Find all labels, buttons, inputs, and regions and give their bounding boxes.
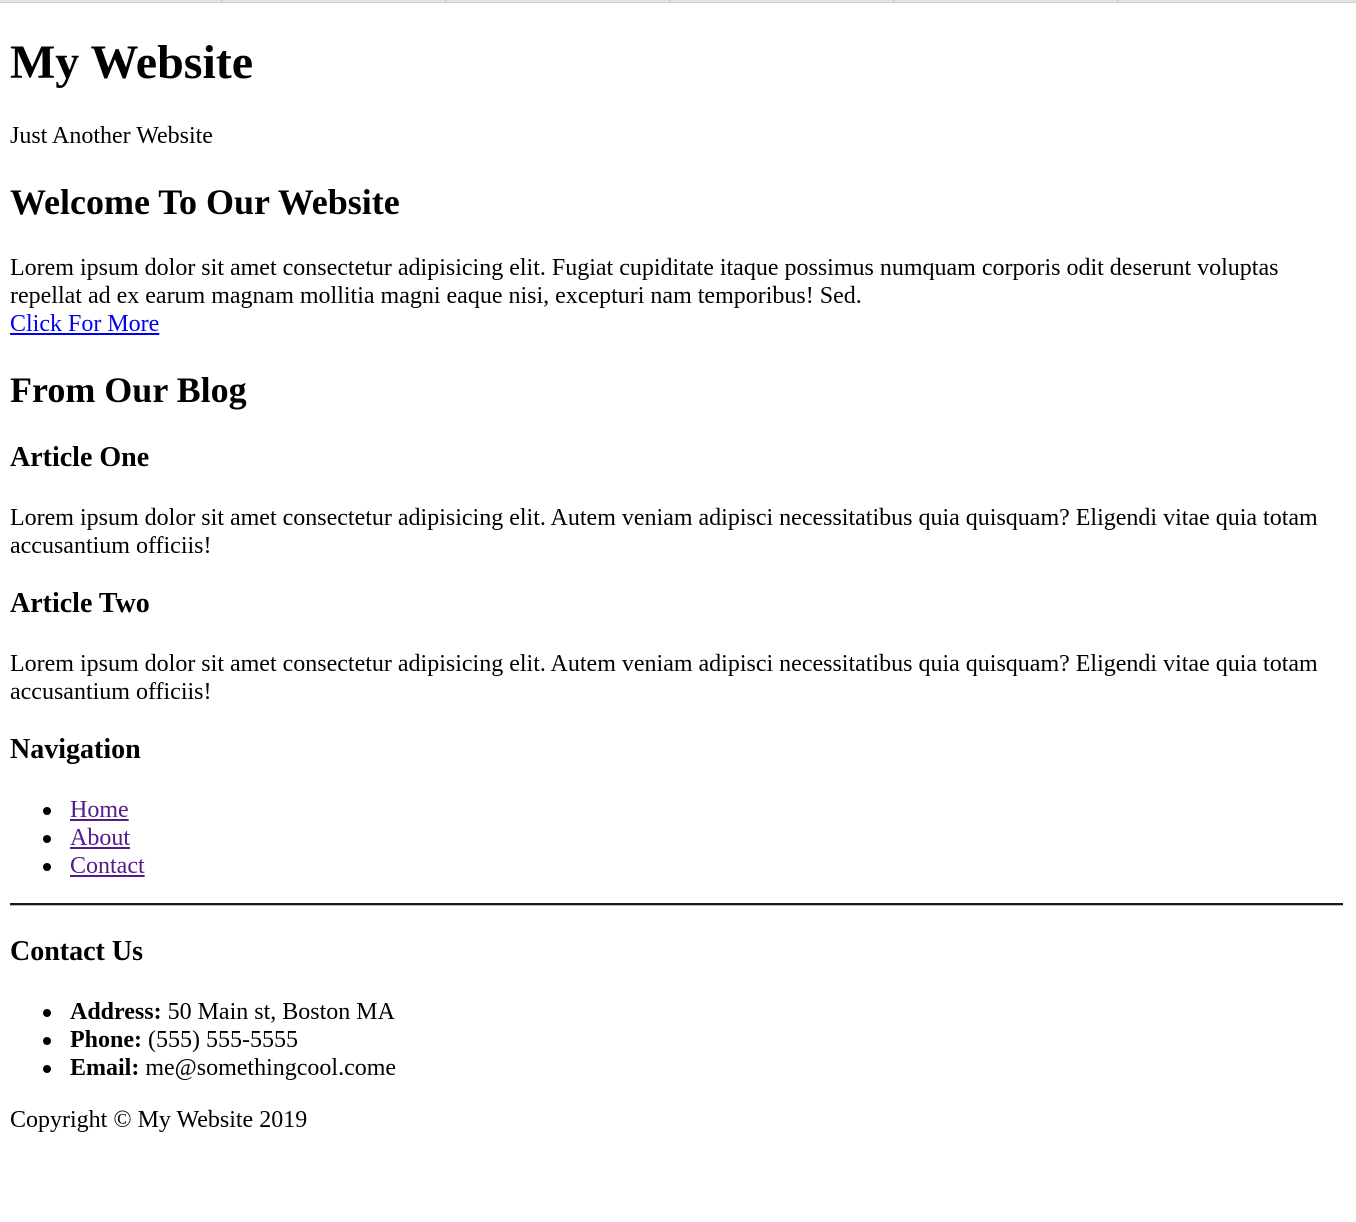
bullet-icon — [43, 1009, 51, 1017]
welcome-body-line-2: repellat ad ex earum magnam mollitia mag… — [10, 283, 862, 309]
welcome-body-line-1: Lorem ipsum dolor sit amet consectetur a… — [10, 255, 1279, 281]
bullet-icon — [43, 835, 51, 843]
contact-phone-value: (555) 555-5555 — [142, 1027, 298, 1053]
nav-item-contact: Contact — [43, 852, 145, 880]
article-two-body-line-1: Lorem ipsum dolor sit amet consectetur a… — [10, 651, 1318, 677]
contact-email-value: me@somethingcool.come — [139, 1055, 397, 1081]
tab-separator — [221, 0, 222, 3]
horizontal-rule — [10, 903, 1343, 906]
site-tagline: Just Another Website — [10, 123, 213, 149]
tab-separator — [893, 0, 894, 3]
contact-item-address: Address: 50 Main st, Boston MA — [43, 998, 396, 1026]
article-two-body: Lorem ipsum dolor sit amet consectetur a… — [10, 650, 1346, 706]
blog-heading: From Our Blog — [10, 370, 247, 410]
bullet-icon — [43, 863, 51, 871]
article-one-title: Article One — [10, 442, 150, 473]
nav-item-home: Home — [43, 796, 145, 824]
navigation-list: Home About Contact — [43, 796, 145, 880]
nav-link-home[interactable]: Home — [70, 797, 129, 823]
navigation-heading: Navigation — [10, 734, 141, 765]
site-title: My Website — [10, 36, 254, 89]
article-two-body-line-2: accusantium officiis! — [10, 679, 212, 705]
tab-separator — [445, 0, 446, 3]
contact-item-email: Email: me@somethingcool.come — [43, 1054, 397, 1082]
copyright-text: Copyright © My Website 2019 — [10, 1107, 308, 1133]
tab-separator — [669, 0, 670, 3]
welcome-paragraph: Lorem ipsum dolor sit amet consectetur a… — [10, 254, 1346, 338]
article-two-title: Article Two — [10, 588, 150, 619]
welcome-heading: Welcome To Our Website — [10, 182, 400, 222]
contact-address-label: Address: — [70, 999, 162, 1025]
contact-list: Address: 50 Main st, Boston MA Phone: (5… — [43, 998, 397, 1082]
article-one-body: Lorem ipsum dolor sit amet consectetur a… — [10, 504, 1346, 560]
bullet-icon — [43, 1065, 51, 1073]
bullet-icon — [43, 1037, 51, 1045]
browser-top-edge — [0, 0, 1356, 3]
contact-phone-label: Phone: — [70, 1027, 142, 1053]
contact-heading: Contact Us — [10, 936, 143, 967]
bullet-icon — [43, 807, 51, 815]
contact-address-value: 50 Main st, Boston MA — [161, 999, 395, 1025]
nav-link-contact[interactable]: Contact — [70, 853, 145, 879]
click-for-more-link[interactable]: Click For More — [10, 311, 159, 337]
nav-link-about[interactable]: About — [70, 825, 130, 851]
tab-separator — [1117, 0, 1118, 3]
contact-item-phone: Phone: (555) 555-5555 — [43, 1026, 396, 1054]
nav-item-about: About — [43, 824, 145, 852]
contact-email-label: Email: — [70, 1055, 140, 1081]
article-one-body-line-2: accusantium officiis! — [10, 533, 212, 559]
article-one-body-line-1: Lorem ipsum dolor sit amet consectetur a… — [10, 505, 1318, 531]
